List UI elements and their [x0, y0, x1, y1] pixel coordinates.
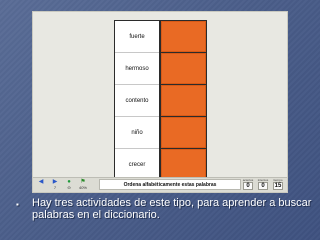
answer-slot[interactable]	[161, 149, 206, 180]
slide-caption: ▪ Hay tres actividades de este tipo, par…	[16, 197, 312, 221]
word-card[interactable]: contento	[115, 85, 159, 117]
word-board: fuerte hermoso contento niño crecer	[114, 20, 207, 182]
answer-slot[interactable]	[161, 85, 206, 116]
bullet-icon: ▪	[16, 200, 19, 209]
check-button[interactable]: ● Θ	[64, 179, 74, 190]
previous-arrow-icon: ◀	[38, 179, 44, 185]
score-aciertos: aciertos 0	[242, 178, 254, 190]
answer-slots	[161, 21, 206, 181]
previous-button[interactable]: ◀	[36, 179, 46, 190]
next-button[interactable]: ▶ 7	[50, 179, 60, 190]
answer-slot[interactable]	[161, 53, 206, 84]
caption-text: Hay tres actividades de este tipo, para …	[32, 197, 312, 221]
activity-window: fuerte hermoso contento niño crecer ◀ ▶ …	[32, 11, 288, 193]
word-card[interactable]: niño	[115, 117, 159, 149]
toolbar-icons: ◀ ▶ 7 ● Θ ⚑ 40%	[36, 179, 88, 190]
answer-slot[interactable]	[161, 21, 206, 52]
word-column: fuerte hermoso contento niño crecer	[115, 21, 159, 181]
word-card[interactable]: fuerte	[115, 21, 159, 53]
score-counters: aciertos 0 intentos 0 tiempo 15	[242, 178, 284, 190]
bottom-toolbar: ◀ ▶ 7 ● Θ ⚑ 40% Ordena alfabéticamente e…	[33, 177, 287, 192]
score-intentos: intentos 0	[257, 178, 269, 190]
instruction-text: Ordena alfabéticamente estas palabras	[99, 179, 241, 190]
score-tiempo: tiempo 15	[273, 178, 283, 190]
word-card[interactable]: hermoso	[115, 53, 159, 85]
answer-slot[interactable]	[161, 117, 206, 148]
progress-button[interactable]: ⚑ 40%	[78, 179, 88, 190]
